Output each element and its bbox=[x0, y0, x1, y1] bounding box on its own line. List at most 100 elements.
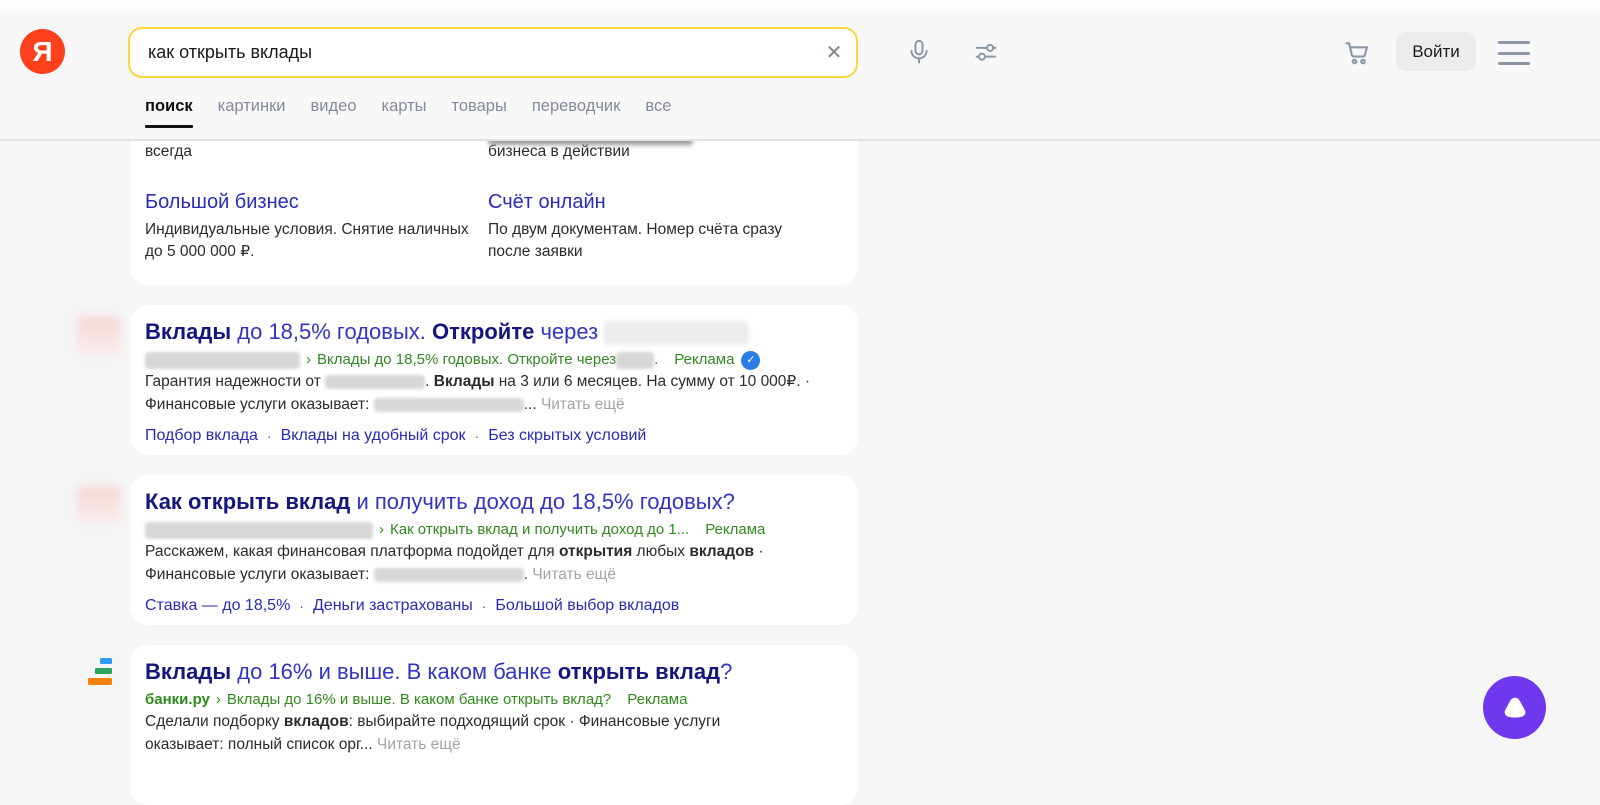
yandex-serp-page: всегда Большой бизнес Индивидуальные усл… bbox=[0, 0, 1600, 782]
breadcrumb-text: Как открыть вклад и получить доход до 1.… bbox=[390, 520, 689, 540]
alice-triangle-icon bbox=[1498, 691, 1532, 725]
breadcrumb-chevron: › bbox=[379, 520, 384, 540]
tab-maps[interactable]: карты bbox=[382, 97, 427, 122]
microphone-icon[interactable] bbox=[903, 37, 935, 69]
snippet-text: оказывает: полный список орг... bbox=[145, 736, 377, 753]
menu-icon[interactable] bbox=[1498, 41, 1530, 65]
snippet-text: Финансовые услуги оказывает: bbox=[145, 396, 374, 413]
snippet-text: любых bbox=[632, 543, 689, 560]
sitelink-separator: · bbox=[475, 425, 480, 447]
ad-label[interactable]: Реклама bbox=[705, 520, 765, 540]
sitelink[interactable]: Подбор вклада bbox=[145, 425, 258, 447]
header: Я ✕ Во bbox=[0, 0, 1600, 141]
title-segment[interactable]: до 18,5% годовых. bbox=[231, 319, 432, 344]
ad-column-1: всегда Большой бизнес Индивидуальные усл… bbox=[145, 141, 476, 263]
title-segment[interactable]: Откройте bbox=[432, 319, 534, 344]
login-button[interactable]: Войти bbox=[1396, 32, 1476, 71]
tab-images[interactable]: картинки bbox=[218, 97, 286, 122]
ad2-description: По двум документам. Номер счёта сразу по… bbox=[488, 219, 818, 263]
blurred-domain bbox=[145, 522, 373, 539]
snippet-line: Финансовые услуги оказывает: ... Читать … bbox=[145, 394, 842, 416]
sitelink[interactable]: Деньги застрахованы bbox=[313, 595, 473, 617]
result-card-how-to-open: Как открыть вклад и получить доход до 18… bbox=[130, 475, 858, 625]
snippet-text: Финансовые услуги оказывает: bbox=[145, 566, 374, 583]
tab-translate[interactable]: переводчик bbox=[532, 97, 621, 122]
snippet-line: Расскажем, какая финансовая платформа по… bbox=[145, 541, 842, 563]
result-card-bankiru: Вклады до 16% и выше. В каком банке откр… bbox=[130, 645, 858, 805]
yandex-logo[interactable]: Я bbox=[20, 29, 65, 74]
result-card-deposit-185: Вклады до 18,5% годовых. Откройте через … bbox=[130, 305, 858, 455]
tab-video[interactable]: видео bbox=[311, 97, 357, 122]
blurred-title-text bbox=[604, 321, 749, 345]
snippet-text: : выбирайте подходящий срок · Финансовые… bbox=[349, 713, 721, 730]
read-more-link[interactable]: Читать ещё bbox=[541, 396, 625, 413]
cart-icon[interactable] bbox=[1340, 37, 1374, 69]
result-title-link[interactable]: Как открыть вклад и получить доход до 18… bbox=[145, 488, 842, 515]
snippet-text: на 3 или 6 месяцев. На сумму от 10 000₽.… bbox=[494, 373, 810, 390]
title-segment[interactable]: через bbox=[534, 319, 604, 344]
breadcrumb-text: Вклады до 16% и выше. В каком банке откр… bbox=[227, 690, 611, 710]
snippet-text: Гарантия надежности от bbox=[145, 373, 325, 390]
breadcrumb: › Как открыть вклад и получить доход до … bbox=[145, 520, 842, 540]
title-segment[interactable]: и получить доход до 18,5% годовых? bbox=[350, 489, 734, 514]
breadcrumb-domain[interactable]: банки.ру bbox=[145, 690, 210, 710]
blurred-crumb-text bbox=[616, 352, 654, 369]
snippet-text: вкладов bbox=[284, 713, 349, 730]
blurred-snippet-text bbox=[374, 568, 524, 582]
snippet-text: вкладов bbox=[689, 543, 754, 560]
sitelink[interactable]: Вклады на удобный срок bbox=[281, 425, 466, 447]
title-segment[interactable]: Как открыть вклад bbox=[145, 489, 350, 514]
ad-label[interactable]: Реклама bbox=[674, 350, 734, 370]
breadcrumb-text: Вклады до 18,5% годовых. Откройте через bbox=[317, 350, 616, 370]
sitelink-separator: · bbox=[267, 425, 272, 447]
bankiru-favicon-icon bbox=[88, 658, 112, 685]
ad2-title-link[interactable]: Счёт онлайн bbox=[488, 190, 818, 214]
snippet-text: открытия bbox=[559, 543, 632, 560]
ad1-description: Индивидуальные условия. Снятие наличных … bbox=[145, 219, 476, 263]
snippet-text: . bbox=[425, 373, 434, 390]
title-segment[interactable]: открыть вклад bbox=[558, 659, 720, 684]
tab-search[interactable]: поиск bbox=[145, 97, 193, 122]
ad-column-2: бизнеса в действии Счёт онлайн По двум д… bbox=[488, 141, 818, 263]
result-title-link[interactable]: Вклады до 18,5% годовых. Откройте через bbox=[145, 318, 842, 345]
title-segment[interactable]: Вклады bbox=[145, 319, 231, 344]
snippet-text: · bbox=[754, 543, 763, 560]
sitelinks-row: Подбор вклада · Вклады на удобный срок ·… bbox=[145, 425, 842, 447]
clear-search-icon[interactable]: ✕ bbox=[812, 29, 856, 76]
read-more-link[interactable]: Читать ещё bbox=[377, 736, 461, 753]
breadcrumb: банки.ру › Вклады до 16% и выше. В каком… bbox=[145, 690, 842, 710]
sitelink[interactable]: Большой выбор вкладов bbox=[495, 595, 679, 617]
breadcrumb-chevron: › bbox=[306, 350, 311, 370]
search-box: ✕ bbox=[128, 27, 858, 78]
sitelink[interactable]: Без скрытых условий bbox=[488, 425, 646, 447]
sitelink-separator: · bbox=[299, 595, 304, 617]
tab-goods[interactable]: товары bbox=[452, 97, 507, 122]
blurred-domain bbox=[145, 352, 300, 369]
snippet-text: Вклады bbox=[434, 373, 495, 390]
breadcrumb-chevron: › bbox=[216, 690, 221, 710]
title-segment[interactable]: Вклады bbox=[145, 659, 231, 684]
read-more-link[interactable]: Читать ещё bbox=[532, 566, 616, 583]
title-segment[interactable]: до 16% и выше. В каком банке bbox=[231, 659, 558, 684]
tab-all[interactable]: все bbox=[645, 97, 671, 122]
blurred-snippet-text bbox=[325, 375, 425, 389]
search-settings-icon[interactable] bbox=[970, 37, 1002, 69]
result-title-link[interactable]: Вклады до 16% и выше. В каком банке откр… bbox=[145, 658, 842, 685]
sitelink[interactable]: Ставка — до 18,5% bbox=[145, 595, 290, 617]
snippet-text: ... bbox=[524, 396, 541, 413]
ad-label[interactable]: Реклама bbox=[627, 690, 687, 710]
blurred-advertiser-logo bbox=[76, 486, 121, 523]
snippet-text: Расскажем, какая финансовая платформа по… bbox=[145, 543, 559, 560]
search-tabs: поиск картинки видео карты товары перево… bbox=[145, 97, 671, 122]
ad1-cut-text: всегда bbox=[145, 141, 476, 162]
sitelink-separator: · bbox=[482, 595, 487, 617]
alice-assistant-button[interactable] bbox=[1483, 676, 1546, 739]
snippet-line: Гарантия надежности от . Вклады на 3 или… bbox=[145, 371, 842, 393]
snippet-line: Финансовые услуги оказывает: . Читать ещ… bbox=[145, 564, 842, 586]
search-input[interactable] bbox=[130, 42, 812, 63]
sitelinks-row: Ставка — до 18,5% · Деньги застрахованы … bbox=[145, 595, 842, 617]
ad1-title-link[interactable]: Большой бизнес bbox=[145, 190, 476, 214]
blurred-advertiser-logo bbox=[76, 316, 121, 355]
title-segment[interactable]: ? bbox=[720, 659, 732, 684]
breadcrumb-text: . bbox=[654, 350, 658, 370]
